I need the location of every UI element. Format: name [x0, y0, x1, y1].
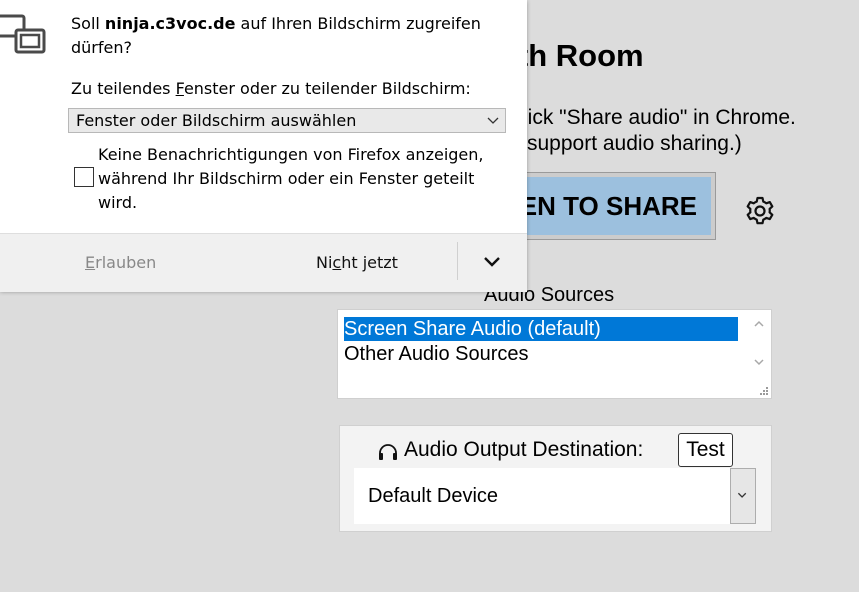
output-device-dropdown[interactable] — [730, 468, 756, 524]
output-device-value: Default Device — [368, 485, 499, 507]
test-audio-button[interactable]: Test — [678, 433, 733, 467]
audio-output-label: Audio Output Destination: — [404, 438, 644, 461]
scroll-up-icon[interactable] — [753, 318, 765, 330]
audio-source-option[interactable]: Screen Share Audio (default) — [344, 317, 738, 341]
audio-sources-list[interactable]: Screen Share Audio (default) Other Audio… — [337, 309, 772, 399]
site-name: ninja.c3voc.de — [104, 14, 236, 33]
allow-button[interactable]: Erlauben — [85, 253, 156, 272]
output-device-select[interactable]: Default Device — [354, 468, 756, 524]
window-select-value: Fenster oder Bildschirm auswählen — [76, 111, 357, 130]
window-select-label: Zu teilendes Fenster oder zu teilender B… — [71, 79, 471, 98]
dont-notify-label[interactable]: Keine Benachrichtigungen von Firefox anz… — [98, 143, 498, 215]
screen-share-icon — [0, 14, 46, 54]
audio-output-panel: Audio Output Destination: Test Default D… — [339, 425, 772, 532]
chevron-down-icon — [487, 117, 499, 124]
permission-question: Soll ninja.c3voc.de auf Ihren Bildschirm… — [71, 14, 481, 57]
audio-source-option[interactable]: Other Audio Sources — [344, 342, 537, 366]
dont-notify-checkbox[interactable] — [74, 167, 94, 187]
gear-icon[interactable] — [744, 195, 776, 227]
more-options-chevron-icon[interactable] — [480, 252, 504, 272]
headphones-icon — [379, 444, 397, 460]
resize-grip-icon[interactable] — [759, 386, 769, 396]
instruction-line-1: lick "Share audio" in Chrome. — [523, 106, 796, 129]
chevron-down-icon — [737, 492, 747, 498]
footer-divider — [457, 242, 458, 280]
screen-share-permission-popup: Soll ninja.c3voc.de auf Ihren Bildschirm… — [0, 0, 527, 292]
scroll-down-icon[interactable] — [753, 356, 765, 368]
window-or-screen-select[interactable]: Fenster oder Bildschirm auswählen — [68, 108, 506, 133]
not-now-button[interactable]: Nicht jetzt — [316, 253, 398, 272]
instruction-line-2: support audio sharing.) — [527, 132, 742, 155]
popup-footer: Erlauben Nicht jetzt — [0, 233, 527, 292]
